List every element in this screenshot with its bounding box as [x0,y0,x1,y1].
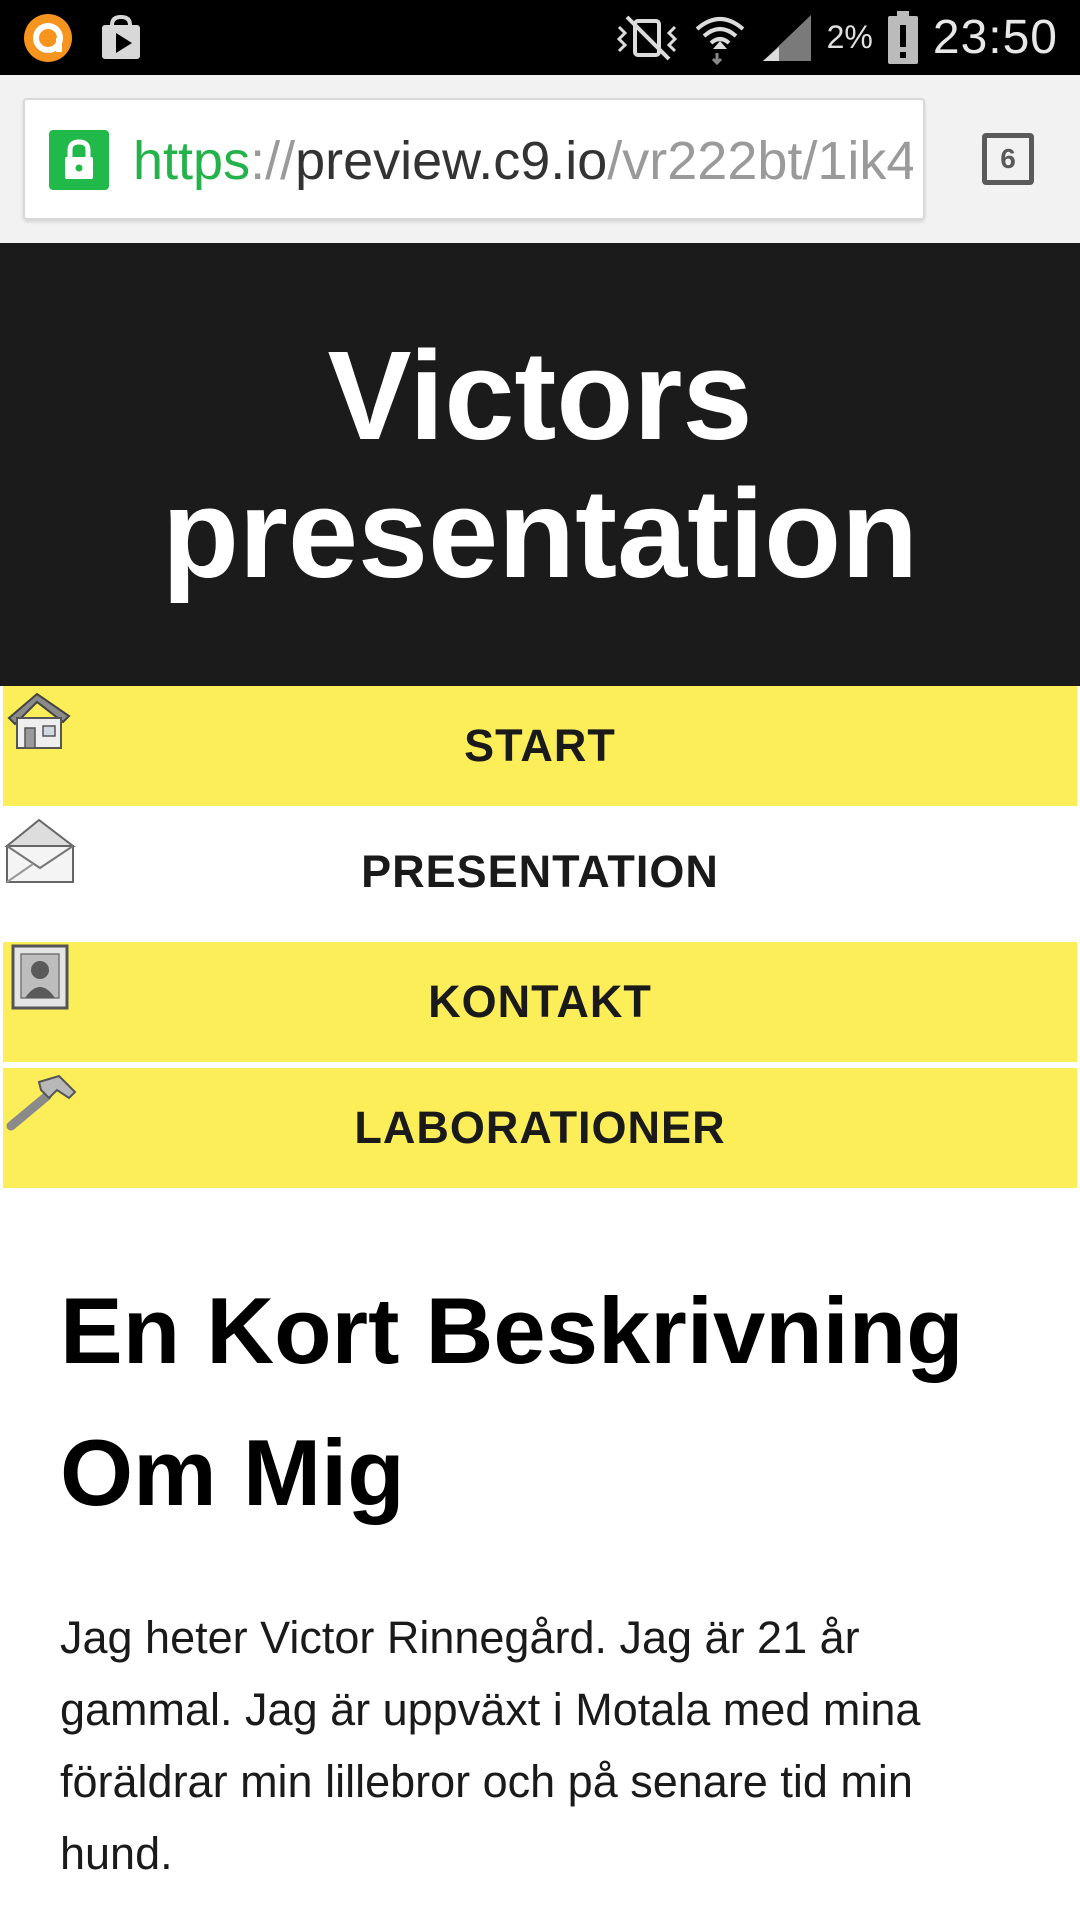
url-path: /vr222bt/1ik4 [607,131,913,191]
nav-label-presentation: PRESENTATION [361,846,719,897]
cell-signal-icon [762,14,811,61]
wifi-icon [695,16,744,65]
vibrate-mute-icon [616,15,677,60]
site-header: Victors presentation [0,243,1080,686]
browser-toolbar: https://preview.c9.io/vr222bt/1ik4 6 [0,75,1080,243]
hammer-icon [6,1074,77,1131]
nav-item-presentation[interactable]: PRESENTATION [3,812,1077,932]
main-content: En Kort Beskrivning Om Mig Jag heter Vic… [60,1260,1020,1890]
play-store-icon [102,15,140,59]
content-heading: En Kort Beskrivning Om Mig [60,1278,964,1525]
nav-label-laborationer: LABORATIONER [354,1102,726,1153]
battery-low-icon [887,10,918,64]
address-bar[interactable]: https://preview.c9.io/vr222bt/1ik4 [23,98,925,220]
site-title: Victors presentation [161,324,919,604]
status-bar-left [22,12,144,64]
nav-label-kontakt: KONTAKT [428,976,652,1027]
url-text[interactable]: https://preview.c9.io/vr222bt/1ik4 [133,100,913,218]
nav-item-start[interactable]: START [3,686,1077,806]
secure-lock-icon[interactable] [49,130,109,190]
browser-app-icon [24,14,72,62]
url-host: preview.c9.io [295,131,608,191]
clock: 23:50 [932,11,1058,64]
battery-percent: 2% [826,19,873,55]
content-paragraph: Jag heter Victor Rinnegård. Jag är 21 år… [60,1612,921,1879]
status-bar: 2% 23:50 [0,0,1080,75]
contact-card-icon [11,944,69,1010]
nav-item-kontakt[interactable]: KONTAKT [3,942,1077,1062]
url-scheme: https [133,131,251,191]
house-icon [7,692,71,749]
url-separator: :// [250,131,296,191]
tab-switcher-button[interactable]: 6 [982,133,1034,185]
envelope-icon [4,818,76,883]
status-bar-right: 2% 23:50 [615,0,1058,75]
nav-label-start: START [464,720,616,771]
nav-item-laborationer[interactable]: LABORATIONER [3,1068,1077,1188]
